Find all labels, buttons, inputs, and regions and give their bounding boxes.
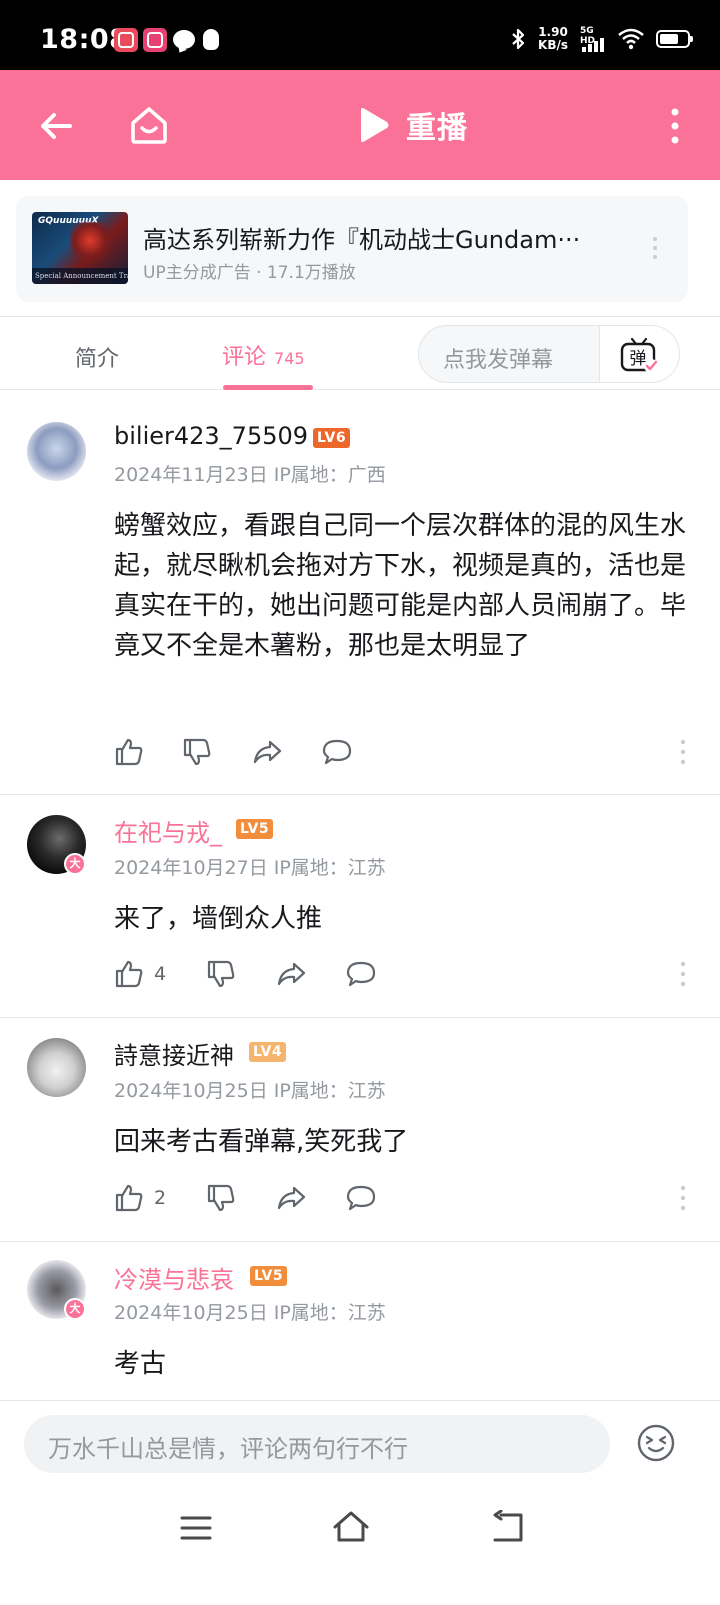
ad-thumbnail: GQuuuuuuX Special Announcement Trailer xyxy=(32,212,128,284)
more-vertical-icon[interactable] xyxy=(670,106,680,146)
danmaku-send-box[interactable]: 点我发弹幕 弹 xyxy=(418,325,680,383)
nav-home-icon[interactable] xyxy=(332,1510,370,1544)
share-button[interactable] xyxy=(276,1182,306,1214)
comment-text: 回来考古看弹幕,笑死我了 xyxy=(114,1127,409,1157)
replay-label: 重播 xyxy=(406,111,468,146)
reply-button[interactable] xyxy=(322,736,352,768)
ad-subtitle: UP主分成广告 · 17.1万播放 xyxy=(143,263,356,283)
reply-bar: 万水千山总是情，评论两句行不行 xyxy=(0,1400,720,1488)
like-count: 2 xyxy=(154,1187,167,1209)
thumbs-down-icon xyxy=(207,1184,235,1212)
comment-bubble-icon xyxy=(322,739,352,765)
comment-bubble-icon xyxy=(346,1185,376,1211)
thumbs-up-icon xyxy=(115,1184,143,1212)
dislike-button[interactable] xyxy=(182,736,212,768)
reply-button[interactable] xyxy=(346,958,376,990)
comment-item: 大 在祀与戎_ LV5 2024年10月27日 IP属地：江苏 来了，墙倒众人推… xyxy=(0,795,720,1018)
vip-badge: 大 xyxy=(64,853,86,875)
avatar[interactable] xyxy=(27,1038,86,1097)
thumbs-up-icon xyxy=(115,960,143,988)
ad-card[interactable]: GQuuuuuuX Special Announcement Trailer 高… xyxy=(16,196,688,302)
reply-input[interactable]: 万水千山总是情，评论两句行不行 xyxy=(24,1415,610,1473)
comment-meta: 2024年11月23日 IP属地：广西 xyxy=(114,464,386,486)
qq-notification-icon xyxy=(203,29,219,50)
tab-comments-count: 745 xyxy=(274,349,305,368)
home-icon[interactable] xyxy=(128,104,170,146)
menu-icon[interactable] xyxy=(180,1514,212,1542)
comment-more-icon[interactable] xyxy=(680,960,686,988)
status-bar: 18:08 1.90 KB/s 5G HD xyxy=(0,0,720,70)
danmaku-toggle-icon[interactable]: 弹 xyxy=(619,336,659,374)
comment-item: 詩意接近神 LV4 2024年10月25日 IP属地：江苏 回来考古看弹幕,笑死… xyxy=(0,1018,720,1242)
share-arrow-icon xyxy=(277,1186,306,1210)
comment-bubble-icon xyxy=(346,961,376,987)
avatar[interactable] xyxy=(27,422,86,481)
ad-title: 高达系列崭新力作『机动战士Gundam··· xyxy=(143,226,581,254)
back-arrow-icon[interactable] xyxy=(36,106,76,146)
svg-text:弹: 弹 xyxy=(630,349,647,369)
comment-item: bilier423_75509 LV6 2024年11月23日 IP属地：广西 … xyxy=(0,402,720,795)
level-badge: LV4 xyxy=(249,1042,287,1062)
comment-text: 考古 xyxy=(114,1349,167,1379)
comment-text: 来了，墙倒众人推 xyxy=(114,904,323,934)
nav-back-icon[interactable] xyxy=(491,1510,525,1544)
level-badge: LV6 xyxy=(313,428,351,448)
dislike-button[interactable] xyxy=(206,1182,236,1214)
tab-comments[interactable]: 评论 745 xyxy=(222,339,305,371)
app-notification-icon xyxy=(114,28,138,52)
message-notification-icon xyxy=(173,30,195,49)
like-button[interactable]: 2 xyxy=(114,1182,166,1214)
danmaku-input[interactable]: 点我发弹幕 xyxy=(443,342,553,374)
ad-more-icon[interactable] xyxy=(652,236,658,260)
username[interactable]: 在祀与戎_ xyxy=(114,813,222,848)
comment-more-icon[interactable] xyxy=(680,738,686,766)
like-button[interactable] xyxy=(114,736,154,768)
level-badge: LV5 xyxy=(250,1266,288,1286)
share-arrow-icon xyxy=(277,962,306,986)
reply-button[interactable] xyxy=(346,1182,376,1214)
comment-actions: 2 xyxy=(114,1182,686,1214)
comment-meta: 2024年10月27日 IP属地：江苏 xyxy=(114,857,386,879)
username[interactable]: 冷漠与悲哀 xyxy=(114,1260,234,1295)
comment-meta: 2024年10月25日 IP属地：江苏 xyxy=(114,1080,386,1102)
top-app-bar: 重播 xyxy=(0,70,720,180)
thumbs-down-icon xyxy=(207,960,235,988)
thumbs-down-icon xyxy=(183,738,211,766)
tab-intro[interactable]: 简介 xyxy=(75,341,119,373)
vip-badge: 大 xyxy=(64,1298,86,1320)
wifi-icon xyxy=(618,28,644,50)
comment-more-icon[interactable] xyxy=(680,1184,686,1212)
share-arrow-icon xyxy=(253,740,282,764)
share-button[interactable] xyxy=(252,736,282,768)
dislike-button[interactable] xyxy=(206,958,236,990)
tab-active-indicator xyxy=(223,385,313,390)
content-tabs: 简介 评论 745 点我发弹幕 弹 xyxy=(0,316,720,390)
emoji-icon[interactable] xyxy=(636,1423,676,1463)
reply-placeholder: 万水千山总是情，评论两句行不行 xyxy=(48,1435,408,1463)
like-button[interactable]: 4 xyxy=(114,958,166,990)
username[interactable]: bilier423_75509 xyxy=(114,422,308,450)
username[interactable]: 詩意接近神 xyxy=(114,1036,234,1071)
play-icon xyxy=(361,108,389,142)
network-speed: 1.90 KB/s xyxy=(538,25,568,52)
battery-icon xyxy=(656,30,693,48)
comment-text: 螃蟹效应，看跟自己同一个层次群体的混的风生水起，就尽瞅机会拖对方下水，视频是真的… xyxy=(114,511,687,661)
comment-actions xyxy=(114,736,686,768)
app-notification-icon xyxy=(143,28,167,52)
bluetooth-icon xyxy=(512,28,525,50)
thumbs-up-icon xyxy=(115,738,143,766)
like-count: 4 xyxy=(154,963,167,985)
level-badge: LV5 xyxy=(236,819,274,839)
tab-comments-label: 评论 xyxy=(222,345,267,370)
comment-actions: 4 xyxy=(114,958,686,990)
replay-button[interactable]: 重播 xyxy=(356,104,468,146)
comment-item: 大 冷漠与悲哀 LV5 2024年10月25日 IP属地：江苏 考古 xyxy=(0,1242,720,1400)
comment-meta: 2024年10月25日 IP属地：江苏 xyxy=(114,1302,386,1324)
system-navigation-bar xyxy=(0,1488,720,1605)
share-button[interactable] xyxy=(276,958,306,990)
cellular-signal-icon: 5G HD xyxy=(580,26,606,52)
